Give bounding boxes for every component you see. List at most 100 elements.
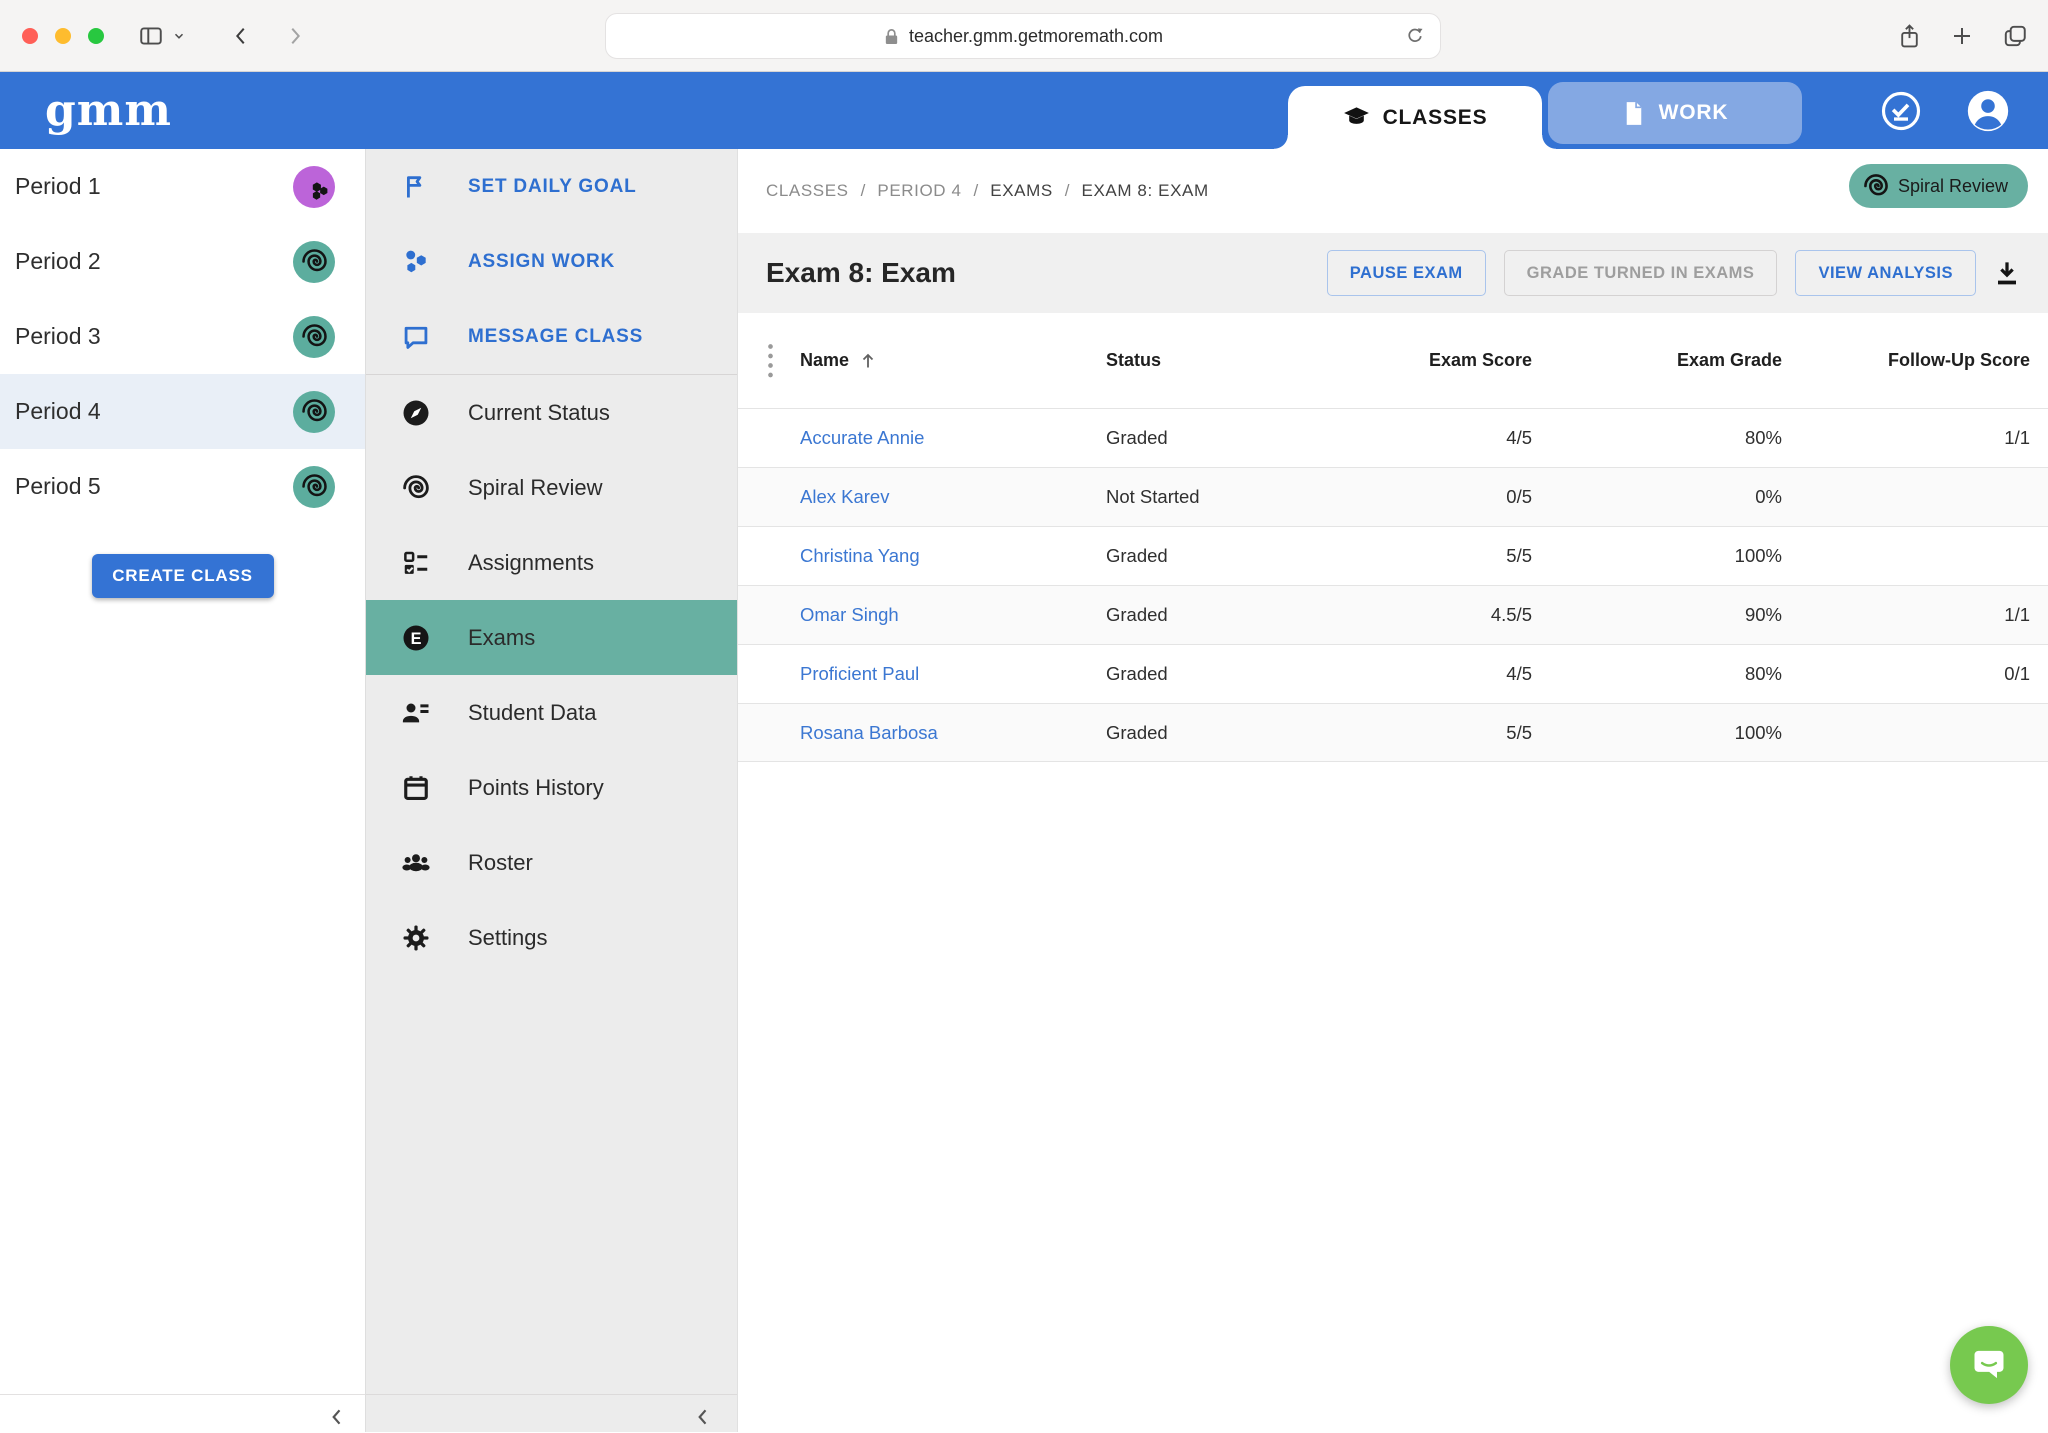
refresh-icon[interactable] [1404,25,1426,49]
class-sidebar: Period 1 Period 2 Period 3 [0,149,366,1432]
student-name-link[interactable]: Rosana Barbosa [800,722,1106,744]
column-header-exam-grade[interactable]: Exam Grade [1532,350,1782,371]
breadcrumb-separator: / [974,181,979,201]
chat-launcher-button[interactable] [1950,1326,2028,1404]
status-cell: Graded [1106,427,1306,449]
create-class-button[interactable]: CREATE CLASS [92,554,274,598]
share-icon[interactable] [1897,22,1922,50]
follow-up-cell: 1/1 [1782,604,2030,626]
status-cell: Graded [1106,663,1306,685]
exam-grade-cell: 100% [1532,545,1782,567]
period-label: Period 4 [15,398,101,425]
honeycomb-avatar [293,166,335,208]
forward-button[interactable] [284,24,306,48]
zoom-window-button[interactable] [88,28,104,44]
action-label: SET DAILY GOAL [468,176,637,198]
grading-check-icon[interactable] [1880,90,1922,132]
breadcrumb-exam-8: EXAM 8: EXAM [1082,181,1209,201]
app-header: gmm CLASSES WORK [0,72,2048,149]
sidebar-item-current-status[interactable]: Current Status [366,375,737,450]
menu-label: Spiral Review [468,475,603,501]
column-header-follow-up-score[interactable]: Follow-Up Score [1782,350,2030,371]
tab-overview-icon[interactable] [2002,23,2028,49]
breadcrumb-exams[interactable]: EXAMS [990,181,1053,201]
sidebar-item-period-5[interactable]: Period 5 [0,449,365,524]
view-analysis-button[interactable]: VIEW ANALYSIS [1795,250,1976,296]
assign-work-icon [400,248,432,276]
tab-work-label: WORK [1659,101,1729,125]
sidebar-item-settings[interactable]: Settings [366,900,737,975]
sidebar-item-points-history[interactable]: Points History [366,750,737,825]
sidebar-item-period-1[interactable]: Period 1 [0,149,365,224]
sidebar-item-spiral-review[interactable]: Spiral Review [366,450,737,525]
student-name-link[interactable]: Accurate Annie [800,427,1106,449]
account-avatar-icon[interactable] [1966,89,2010,133]
message-icon [400,323,432,351]
exam-grade-cell: 90% [1532,604,1782,626]
student-name-link[interactable]: Proficient Paul [800,663,1106,685]
period-label: Period 3 [15,323,101,350]
tab-work[interactable]: WORK [1548,82,1802,144]
set-daily-goal-button[interactable]: SET DAILY GOAL [366,149,737,224]
new-tab-icon[interactable] [1950,24,1974,48]
exam-grade-cell: 0% [1532,486,1782,508]
exam-grade-cell: 80% [1532,427,1782,449]
gmm-logo: gmm [45,85,172,136]
browser-chrome: teacher.gmm.getmoremath.com [0,0,2048,72]
message-class-button[interactable]: MESSAGE CLASS [366,299,737,374]
spiral-icon [400,474,432,502]
sidebar-item-exams[interactable]: E Exams [366,600,737,675]
exam-score-cell: 5/5 [1306,545,1532,567]
column-header-exam-score[interactable]: Exam Score [1306,350,1532,371]
exam-grade-cell: 100% [1532,722,1782,744]
chevron-down-icon[interactable] [172,29,186,43]
action-label: ASSIGN WORK [468,251,615,273]
grade-turned-in-exams-button: GRADE TURNED IN EXAMS [1504,250,1778,296]
collapse-menu-sidebar-button[interactable] [693,1405,713,1429]
period-label: Period 1 [15,173,101,200]
menu-sidebar: SET DAILY GOAL ASSIGN WORK MESSAGE CLASS [366,149,738,1432]
address-bar[interactable]: teacher.gmm.getmoremath.com [605,13,1441,59]
menu-label: Points History [468,775,604,801]
student-name-link[interactable]: Alex Karev [800,486,1106,508]
window-controls [22,28,104,44]
spiral-avatar [293,241,335,283]
sidebar-toggle-icon[interactable] [138,23,164,49]
sidebar-item-period-2[interactable]: Period 2 [0,224,365,299]
student-name-link[interactable]: Christina Yang [800,545,1106,567]
gear-icon [400,923,432,953]
action-label: MESSAGE CLASS [468,326,643,348]
minimize-window-button[interactable] [55,28,71,44]
collapse-class-sidebar-button[interactable] [327,1405,347,1429]
assign-work-button[interactable]: ASSIGN WORK [366,224,737,299]
sort-ascending-icon [859,351,877,371]
back-button[interactable] [230,24,252,48]
spiral-avatar [293,466,335,508]
class-sidebar-footer [0,1394,365,1432]
exam-grade-cell: 80% [1532,663,1782,685]
tab-classes[interactable]: CLASSES [1288,86,1542,149]
exam-score-cell: 0/5 [1306,486,1532,508]
menu-label: Student Data [468,700,596,726]
drag-indicator-icon[interactable] [766,342,800,380]
column-header-name[interactable]: Name [800,350,1106,371]
sidebar-item-student-data[interactable]: Student Data [366,675,737,750]
student-name-link[interactable]: Omar Singh [800,604,1106,626]
flag-icon [400,173,432,201]
sidebar-item-assignments[interactable]: Assignments [366,525,737,600]
sidebar-item-period-4[interactable]: Period 4 [0,374,365,449]
sidebar-item-roster[interactable]: Roster [366,825,737,900]
page-title: Exam 8: Exam [766,257,1309,289]
download-icon[interactable] [1992,258,2022,288]
status-cell: Graded [1106,545,1306,567]
period-label: Period 5 [15,473,101,500]
breadcrumb-period-4[interactable]: PERIOD 4 [877,181,961,201]
period-label: Period 2 [15,248,101,275]
table-row: Accurate Annie Graded 4/5 80% 1/1 [738,408,2048,467]
sidebar-item-period-3[interactable]: Period 3 [0,299,365,374]
breadcrumb-classes[interactable]: CLASSES [766,181,849,201]
follow-up-cell: 0/1 [1782,663,2030,685]
column-header-status[interactable]: Status [1106,350,1306,371]
pause-exam-button[interactable]: PAUSE EXAM [1327,250,1486,296]
close-window-button[interactable] [22,28,38,44]
